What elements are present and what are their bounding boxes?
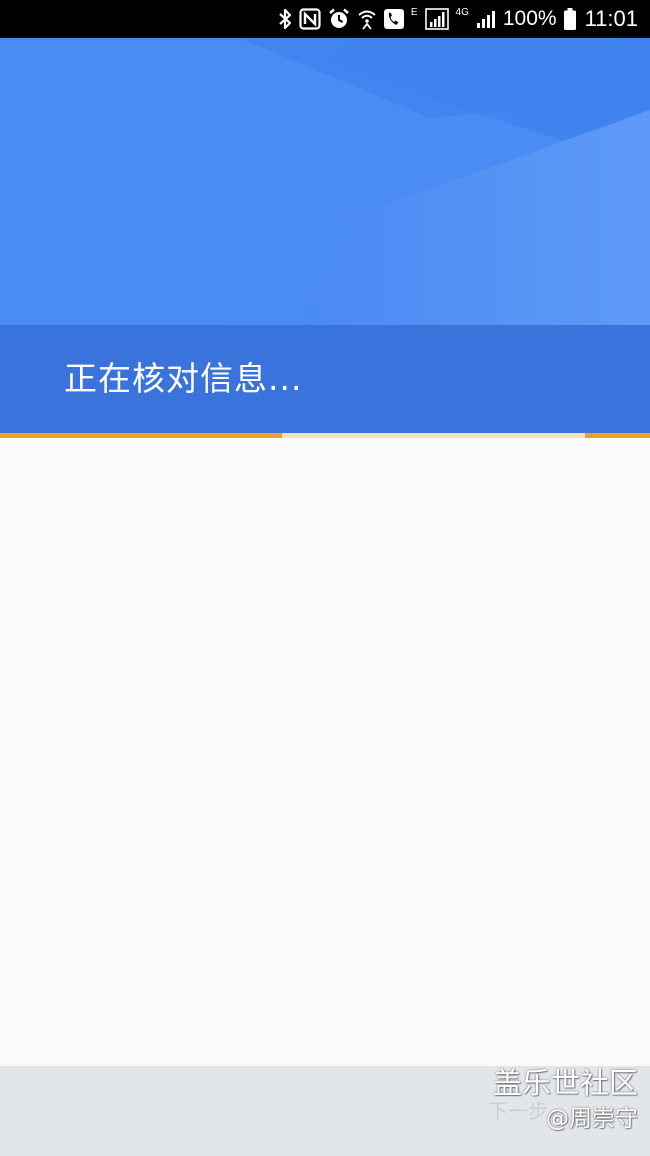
signal-icon — [424, 7, 449, 31]
signal-icon — [476, 7, 496, 31]
content-area — [0, 438, 650, 1066]
next-button[interactable]: 下一步 — [488, 1098, 548, 1124]
bottom-navigation-bar: 下一步 盖乐世社区 @周崇守 — [0, 1066, 650, 1156]
alarm-icon — [328, 7, 350, 31]
wifi-call-icon — [357, 7, 377, 31]
bluetooth-icon — [278, 7, 292, 31]
status-bar: E 4G 100% 11:01 — [0, 0, 650, 38]
network-4g-indicator: 4G — [455, 7, 469, 18]
battery-icon — [563, 7, 576, 31]
header-background-art — [0, 38, 650, 325]
nfc-icon — [299, 7, 321, 31]
watermark-site: 盖乐世社区 — [492, 1066, 638, 1100]
battery-percent: 100% — [502, 7, 557, 30]
phone-call-icon — [383, 7, 404, 31]
clock: 11:01 — [584, 6, 638, 31]
watermark-author: @周崇守 — [546, 1106, 638, 1132]
page-title: 正在核对信息... — [64, 359, 303, 398]
network-e-indicator: E — [410, 7, 418, 18]
header-banner — [0, 38, 650, 325]
title-bar: 正在核对信息... — [0, 325, 650, 433]
